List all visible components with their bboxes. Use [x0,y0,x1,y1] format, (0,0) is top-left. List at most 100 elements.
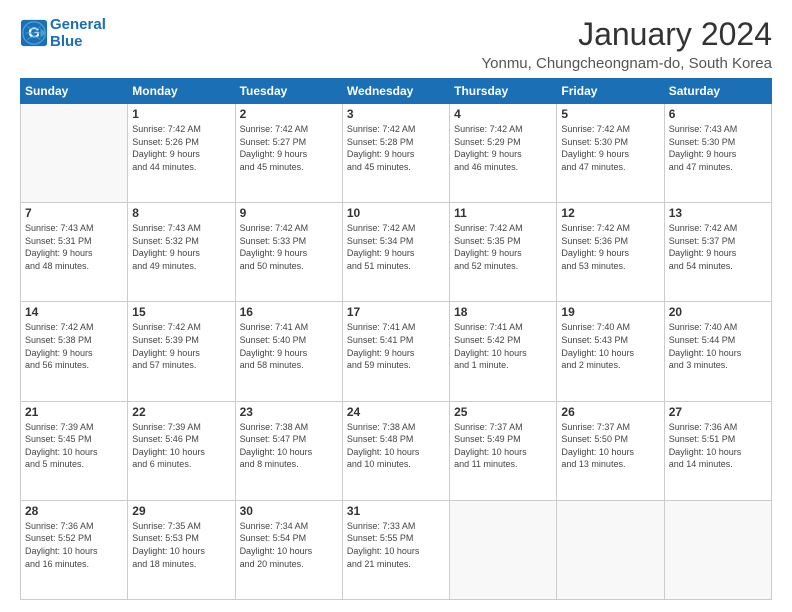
calendar-week-row: 28 Sunrise: 7:36 AMSunset: 5:52 PMDayligh… [21,500,772,599]
day-number: 27 [669,405,767,419]
col-wednesday: Wednesday [342,79,449,104]
day-info: Sunrise: 7:41 AMSunset: 5:41 PMDaylight:… [347,321,445,371]
day-number: 24 [347,405,445,419]
calendar-day: 15 Sunrise: 7:42 AMSunset: 5:39 PMDayligh… [128,302,235,401]
logo-blue: Blue [50,33,106,50]
day-info: Sunrise: 7:42 AMSunset: 5:30 PMDaylight:… [561,123,659,173]
day-info: Sunrise: 7:37 AMSunset: 5:50 PMDaylight:… [561,421,659,471]
calendar-day: 30Sunrise: 7:34 AMSunset: 5:54 PMDayligh… [235,500,342,599]
day-info: Sunrise: 7:41 AMSunset: 5:40 PMDaylight:… [240,321,338,371]
day-number: 4 [454,107,552,121]
day-number: 13 [669,206,767,220]
day-number: 7 [25,206,123,220]
day-info: Sunrise: 7:42 AMSunset: 5:27 PMDaylight:… [240,123,338,173]
calendar-day: 9 Sunrise: 7:42 AMSunset: 5:33 PMDaylight… [235,203,342,302]
col-friday: Friday [557,79,664,104]
location-title: Yonmu, Chungcheongnam-do, South Korea [482,55,773,72]
day-number: 25 [454,405,552,419]
day-number: 3 [347,107,445,121]
day-info: Sunrise: 7:37 AMSunset: 5:49 PMDaylight:… [454,421,552,471]
day-number: 16 [240,305,338,319]
calendar-day: 26 Sunrise: 7:37 AMSunset: 5:50 PMDayligh… [557,401,664,500]
day-number: 10 [347,206,445,220]
day-number: 17 [347,305,445,319]
day-info: Sunrise: 7:42 AMSunset: 5:29 PMDaylight:… [454,123,552,173]
calendar-day: 1 Sunrise: 7:42 AMSunset: 5:26 PMDaylight… [128,104,235,203]
calendar-day: 16 Sunrise: 7:41 AMSunset: 5:40 PMDayligh… [235,302,342,401]
day-number: 23 [240,405,338,419]
day-info: Sunrise: 7:41 AMSunset: 5:42 PMDaylight:… [454,321,552,371]
day-info: Sunrise: 7:34 AMSunset: 5:54 PMDaylight:… [240,520,338,570]
day-number: 1 [132,107,230,121]
calendar-day: 7Sunrise: 7:43 AMSunset: 5:31 PMDaylight… [21,203,128,302]
day-number: 15 [132,305,230,319]
day-info: Sunrise: 7:42 AMSunset: 5:39 PMDaylight:… [132,321,230,371]
day-number: 5 [561,107,659,121]
day-info: Sunrise: 7:42 AMSunset: 5:28 PMDaylight:… [347,123,445,173]
day-info: Sunrise: 7:42 AMSunset: 5:26 PMDaylight:… [132,123,230,173]
day-info: Sunrise: 7:42 AMSunset: 5:38 PMDaylight:… [25,321,123,371]
day-info: Sunrise: 7:39 AMSunset: 5:46 PMDaylight:… [132,421,230,471]
day-number: 21 [25,405,123,419]
calendar-day: 27 Sunrise: 7:36 AMSunset: 5:51 PMDayligh… [664,401,771,500]
calendar-week-row: 21 Sunrise: 7:39 AMSunset: 5:45 PMDayligh… [21,401,772,500]
day-number: 6 [669,107,767,121]
day-number: 29 [132,504,230,518]
day-info: Sunrise: 7:39 AMSunset: 5:45 PMDaylight:… [25,421,123,471]
day-info: Sunrise: 7:33 AMSunset: 5:55 PMDaylight:… [347,520,445,570]
calendar-day: 6Sunrise: 7:43 AMSunset: 5:30 PMDaylight… [664,104,771,203]
day-number: 11 [454,206,552,220]
col-tuesday: Tuesday [235,79,342,104]
calendar-day: 29Sunrise: 7:35 AMSunset: 5:53 PMDayligh… [128,500,235,599]
day-info: Sunrise: 7:42 AMSunset: 5:36 PMDaylight:… [561,222,659,272]
col-sunday: Sunday [21,79,128,104]
day-info: Sunrise: 7:43 AMSunset: 5:32 PMDaylight:… [132,222,230,272]
col-thursday: Thursday [450,79,557,104]
day-info: Sunrise: 7:40 AMSunset: 5:44 PMDaylight:… [669,321,767,371]
day-info: Sunrise: 7:36 AMSunset: 5:52 PMDaylight:… [25,520,123,570]
calendar-day: 19 Sunrise: 7:40 AMSunset: 5:43 PMDayligh… [557,302,664,401]
day-number: 19 [561,305,659,319]
calendar-day [664,500,771,599]
day-info: Sunrise: 7:42 AMSunset: 5:37 PMDaylight:… [669,222,767,272]
calendar-day: 10Sunrise: 7:42 AMSunset: 5:34 PMDayligh… [342,203,449,302]
day-info: Sunrise: 7:36 AMSunset: 5:51 PMDaylight:… [669,421,767,471]
day-info: Sunrise: 7:40 AMSunset: 5:43 PMDaylight:… [561,321,659,371]
calendar-day: 5 Sunrise: 7:42 AMSunset: 5:30 PMDaylight… [557,104,664,203]
calendar-table: Sunday Monday Tuesday Wednesday Thursday… [20,78,772,600]
calendar-page: G General Blue January 2024 Yonmu, Chung… [0,0,792,612]
day-number: 12 [561,206,659,220]
logo-general: General [50,16,106,33]
day-number: 9 [240,206,338,220]
calendar-day: 4 Sunrise: 7:42 AMSunset: 5:29 PMDaylight… [450,104,557,203]
calendar-day: 22 Sunrise: 7:39 AMSunset: 5:46 PMDayligh… [128,401,235,500]
day-number: 20 [669,305,767,319]
day-info: Sunrise: 7:42 AMSunset: 5:35 PMDaylight:… [454,222,552,272]
day-number: 31 [347,504,445,518]
calendar-day: 21 Sunrise: 7:39 AMSunset: 5:45 PMDayligh… [21,401,128,500]
calendar-day [557,500,664,599]
page-header: G General Blue January 2024 Yonmu, Chung… [20,16,772,72]
calendar-week-row: 14Sunrise: 7:42 AMSunset: 5:38 PMDayligh… [21,302,772,401]
title-block: January 2024 Yonmu, Chungcheongnam-do, S… [482,16,773,72]
calendar-header-row: Sunday Monday Tuesday Wednesday Thursday… [21,79,772,104]
day-number: 26 [561,405,659,419]
day-number: 18 [454,305,552,319]
day-number: 28 [25,504,123,518]
col-monday: Monday [128,79,235,104]
calendar-day: 31 Sunrise: 7:33 AMSunset: 5:55 PMDayligh… [342,500,449,599]
calendar-day: 2 Sunrise: 7:42 AMSunset: 5:27 PMDaylight… [235,104,342,203]
logo: G General Blue [20,16,106,51]
day-number: 22 [132,405,230,419]
calendar-day [450,500,557,599]
calendar-day: 13 Sunrise: 7:42 AMSunset: 5:37 PMDayligh… [664,203,771,302]
calendar-day: 12 Sunrise: 7:42 AMSunset: 5:36 PMDayligh… [557,203,664,302]
calendar-week-row: 7Sunrise: 7:43 AMSunset: 5:31 PMDaylight… [21,203,772,302]
day-info: Sunrise: 7:42 AMSunset: 5:33 PMDaylight:… [240,222,338,272]
day-number: 8 [132,206,230,220]
day-info: Sunrise: 7:38 AMSunset: 5:47 PMDaylight:… [240,421,338,471]
day-info: Sunrise: 7:38 AMSunset: 5:48 PMDaylight:… [347,421,445,471]
calendar-day: 3 Sunrise: 7:42 AMSunset: 5:28 PMDaylight… [342,104,449,203]
day-number: 2 [240,107,338,121]
calendar-day: 11 Sunrise: 7:42 AMSunset: 5:35 PMDayligh… [450,203,557,302]
